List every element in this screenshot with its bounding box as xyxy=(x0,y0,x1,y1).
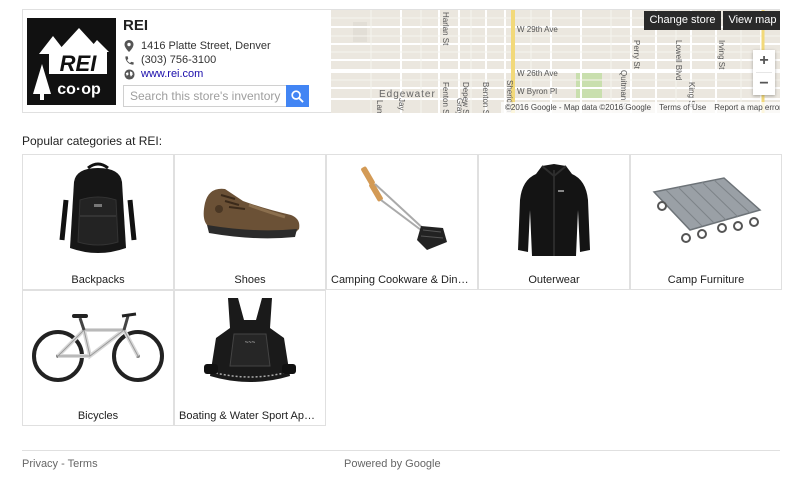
category-label: Camp Furniture xyxy=(667,274,745,286)
category-label: Bicycles xyxy=(77,410,119,422)
map-label-harlan: Harlan St xyxy=(441,12,450,46)
store-inventory-search-input[interactable] xyxy=(123,85,307,107)
store-name: REI xyxy=(123,17,149,34)
map-label-irving: Irving St xyxy=(717,40,726,70)
category-tile-bicycles[interactable]: Bicycles xyxy=(22,290,174,426)
map-label-perry: Perry St xyxy=(632,40,641,70)
terms-link[interactable]: Terms xyxy=(68,458,98,470)
map-label-w26th: W 26th Ave xyxy=(517,69,558,78)
globe-icon xyxy=(123,68,135,80)
popular-categories-heading: Popular categories at REI: xyxy=(22,134,163,148)
privacy-link[interactable]: Privacy xyxy=(22,458,58,470)
category-label: Shoes xyxy=(234,274,266,286)
cookware-icon xyxy=(327,155,477,265)
store-map[interactable]: W 29th Ave W 26th Ave W Byron Pl Edgewat… xyxy=(331,10,780,113)
svg-text:REI: REI xyxy=(60,51,98,76)
footer-divider xyxy=(22,450,780,451)
phone-icon xyxy=(123,54,135,66)
cot-icon xyxy=(631,155,781,265)
search-icon xyxy=(291,89,304,103)
powered-by-google: Powered by Google xyxy=(344,458,441,470)
map-label-fenton: Fenton St xyxy=(441,82,450,113)
store-address: 1416 Platte Street, Denver xyxy=(141,40,271,52)
jacket-icon xyxy=(479,155,629,265)
footer-separator: - xyxy=(58,458,68,470)
map-report-error-link[interactable]: Report a map error xyxy=(714,103,780,112)
category-tile-camping-cookware[interactable]: Camping Cookware & Dinner… xyxy=(326,154,478,290)
rei-logo: REI co·op xyxy=(27,18,116,105)
rei-logo-graphic: REI co·op xyxy=(27,18,116,105)
category-label: Boating & Water Sport Apparel xyxy=(179,410,321,422)
map-label-gray: Gray St xyxy=(455,98,464,113)
map-label-lowell: Lowell Blvd xyxy=(674,40,683,80)
footer-links: Privacy - Terms xyxy=(22,458,98,470)
phone-row: (303) 756-3100 xyxy=(123,54,216,66)
view-map-button[interactable]: View map xyxy=(723,11,780,30)
map-label-byron: W Byron Pl xyxy=(517,87,557,96)
category-label: Camping Cookware & Dinner… xyxy=(331,274,473,286)
zoom-in-button[interactable]: + xyxy=(753,50,775,72)
life-vest-icon: ~~~ xyxy=(175,291,325,401)
category-tile-boating-apparel[interactable]: ~~~ Boating & Water Sport Apparel xyxy=(174,290,326,426)
bicycle-icon xyxy=(23,291,173,401)
category-tile-shoes[interactable]: Shoes xyxy=(174,154,326,290)
change-store-button[interactable]: Change store xyxy=(644,11,721,30)
map-label-lamar: Lamar St xyxy=(375,100,384,113)
svg-text:~~~: ~~~ xyxy=(245,340,256,346)
map-label-jay: Jay St xyxy=(397,98,406,113)
website-row: www.rei.com xyxy=(123,68,203,80)
zoom-out-button[interactable]: − xyxy=(753,73,775,95)
category-label: Outerwear xyxy=(528,274,580,286)
store-website-link[interactable]: www.rei.com xyxy=(141,68,203,80)
map-zoom-control: + − xyxy=(753,50,775,95)
location-pin-icon xyxy=(123,40,135,52)
store-card: REI co·op REI 1416 Platte Street, Denver… xyxy=(22,9,780,113)
category-tile-backpacks[interactable]: Backpacks xyxy=(22,154,174,290)
map-label-w29th: W 29th Ave xyxy=(517,25,558,34)
backpack-icon xyxy=(23,155,173,265)
svg-text:co·op: co·op xyxy=(57,81,101,98)
category-tile-camp-furniture[interactable]: Camp Furniture xyxy=(630,154,782,290)
map-label-edgewater: Edgewater xyxy=(379,89,436,100)
store-phone: (303) 756-3100 xyxy=(141,54,217,66)
category-tile-outerwear[interactable]: Outerwear xyxy=(478,154,630,290)
search-button[interactable] xyxy=(286,85,309,107)
address-row: 1416 Platte Street, Denver xyxy=(123,40,271,52)
shoe-icon xyxy=(175,155,325,265)
map-label-benton: Benton St xyxy=(481,82,490,113)
map-terms-link[interactable]: Terms of Use xyxy=(659,103,706,112)
map-copyright: ©2016 Google - Map data ©2016 Google xyxy=(505,103,652,112)
category-label: Backpacks xyxy=(71,274,125,286)
map-attribution: ©2016 Google - Map data ©2016 Google Ter… xyxy=(501,102,780,113)
